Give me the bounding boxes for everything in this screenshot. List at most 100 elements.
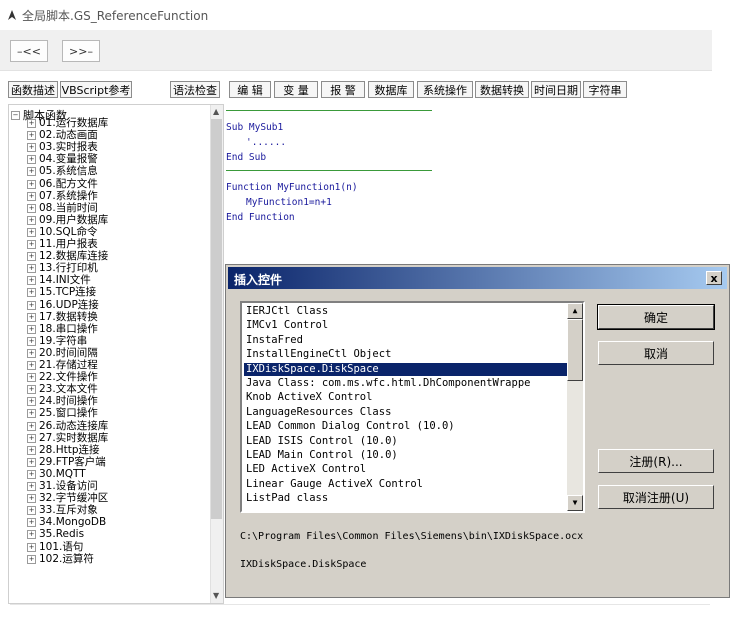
tree-item[interactable]: +16.UDP连接 <box>27 299 99 311</box>
ok-button[interactable]: 确定 <box>597 304 715 330</box>
tree-item[interactable]: +09.用户数据库 <box>27 214 108 226</box>
tree-item[interactable]: +30.MQTT <box>27 468 86 480</box>
unregister-button[interactable]: 取消注册(U) <box>598 485 714 509</box>
list-item[interactable]: LanguageResources Class <box>244 406 568 419</box>
close-icon[interactable]: x <box>706 271 722 285</box>
tree-item[interactable]: +21.存储过程 <box>27 360 98 371</box>
tree-item[interactable]: +35.Redis <box>27 529 84 540</box>
scroll-up-icon[interactable]: ▲ <box>567 303 583 319</box>
forward-button[interactable]: >>– <box>62 40 100 62</box>
expand-icon[interactable]: + <box>27 215 36 225</box>
tree-item[interactable]: +07.系统操作 <box>27 190 98 202</box>
expand-icon[interactable]: + <box>27 191 36 201</box>
expand-icon[interactable]: + <box>27 482 36 491</box>
expand-icon[interactable]: + <box>27 203 36 213</box>
data-convert-button[interactable]: 数据转换 <box>475 81 529 98</box>
scroll-up-icon[interactable]: ▲ <box>213 107 219 116</box>
expand-icon[interactable]: + <box>27 312 36 322</box>
tree-item[interactable]: +19.字符串 <box>27 335 87 347</box>
tree-item[interactable]: +102.运算符 <box>27 553 94 565</box>
expand-icon[interactable]: + <box>27 542 36 552</box>
expand-icon[interactable]: + <box>27 445 36 455</box>
string-button[interactable]: 字符串 <box>583 81 627 98</box>
expand-icon[interactable]: + <box>27 457 36 467</box>
variable-button[interactable]: 变 量 <box>274 81 318 98</box>
database-button[interactable]: 数据库 <box>368 81 414 98</box>
tree-item[interactable]: +34.MongoDB <box>27 517 106 528</box>
list-item[interactable]: IMCv1 Control <box>244 319 568 332</box>
tree-item[interactable]: +29.FTP客户端 <box>27 456 106 468</box>
list-item[interactable]: Linear Gauge ActiveX Control <box>244 478 568 491</box>
tree-item[interactable]: +01.运行数据库 <box>27 118 108 129</box>
tree-item[interactable]: +14.INI文件 <box>27 275 91 286</box>
expand-icon[interactable]: + <box>27 155 36 165</box>
tree-item[interactable]: +23.文本文件 <box>27 384 98 395</box>
register-button[interactable]: 注册(R)... <box>598 449 714 473</box>
list-scroll-thumb[interactable] <box>567 319 583 381</box>
expand-icon[interactable]: + <box>27 264 36 274</box>
tree-scroll-thumb[interactable] <box>211 119 222 519</box>
expand-icon[interactable]: + <box>27 119 36 128</box>
expand-icon[interactable]: + <box>27 276 36 286</box>
control-list[interactable]: IERJCtl Class IMCv1 Control InstaFred Insta… <box>240 301 585 513</box>
list-item[interactable]: LEAD Main Control (10.0) <box>244 449 568 462</box>
expand-icon[interactable]: + <box>27 324 36 334</box>
list-item[interactable]: IERJCtl Class <box>244 305 568 318</box>
expand-icon[interactable]: + <box>27 361 36 370</box>
expand-icon[interactable]: + <box>27 300 36 310</box>
back-button[interactable]: –<< <box>10 40 48 62</box>
expand-icon[interactable]: + <box>27 385 36 395</box>
expand-icon[interactable]: + <box>27 554 36 564</box>
tree-item[interactable]: +05.系统信息 <box>27 166 98 177</box>
expand-icon[interactable]: + <box>27 373 36 383</box>
expand-icon[interactable]: + <box>27 506 36 516</box>
collapse-icon[interactable]: − <box>11 110 20 120</box>
list-scrollbar[interactable]: ▲ ▼ <box>567 303 583 511</box>
list-item[interactable]: IXDiskSpace.DiskSpace <box>244 362 568 376</box>
tree-item[interactable]: +22.文件操作 <box>27 372 98 383</box>
expand-icon[interactable]: + <box>27 348 36 358</box>
tree-item[interactable]: +24.时间操作 <box>27 396 98 407</box>
expand-icon[interactable]: + <box>27 288 36 298</box>
expand-icon[interactable]: + <box>27 131 36 141</box>
list-item[interactable]: LED ActiveX Control <box>244 463 568 476</box>
list-item[interactable]: InstaFred <box>244 334 568 347</box>
edit-button[interactable]: 编 辑 <box>229 81 271 98</box>
expand-icon[interactable]: + <box>27 433 36 443</box>
tree-item[interactable]: +20.时间间隔 <box>27 347 98 359</box>
list-item[interactable]: LEAD Common Dialog Control (10.0) <box>244 420 568 433</box>
expand-icon[interactable]: + <box>27 227 36 237</box>
tree-item[interactable]: +25.窗口操作 <box>27 408 98 419</box>
expand-icon[interactable]: + <box>27 336 36 346</box>
expand-icon[interactable]: + <box>27 409 36 419</box>
expand-icon[interactable]: + <box>27 397 36 407</box>
tree-item[interactable]: +18.串口操作 <box>27 323 98 335</box>
tree-item[interactable]: +101.语句 <box>27 541 83 553</box>
expand-icon[interactable]: + <box>27 179 36 189</box>
tree-item[interactable]: +04.变量报警 <box>27 154 98 165</box>
tree-item[interactable]: +11.用户报表 <box>27 239 98 250</box>
code-editor[interactable]: Sub MySub1 '...... End Sub Function MyFu… <box>224 104 712 264</box>
expand-icon[interactable]: + <box>27 518 36 528</box>
tree-item[interactable]: +15.TCP连接 <box>27 287 96 298</box>
tab-function-description[interactable]: 函数描述 <box>8 81 58 98</box>
cancel-button[interactable]: 取消 <box>598 341 714 365</box>
tab-vbscript-reference[interactable]: VBScript参考 <box>60 81 132 98</box>
expand-icon[interactable]: + <box>27 252 36 262</box>
expand-icon[interactable]: + <box>27 143 36 153</box>
dialog-titlebar[interactable]: 插入控件 x <box>228 267 727 289</box>
expand-icon[interactable]: + <box>27 167 36 177</box>
tree-item[interactable]: +10.SQL命令 <box>27 226 97 238</box>
tree-item[interactable]: +03.实时报表 <box>27 142 98 153</box>
expand-icon[interactable]: + <box>27 530 36 540</box>
tree-item[interactable]: +27.实时数据库 <box>27 432 108 444</box>
list-item[interactable]: InstallEngineCtl Object <box>244 348 568 361</box>
tree-item[interactable]: +17.数据转换 <box>27 311 98 323</box>
system-ops-button[interactable]: 系统操作 <box>417 81 473 98</box>
scroll-down-icon[interactable]: ▼ <box>213 591 219 600</box>
tree-item[interactable]: +13.行打印机 <box>27 263 98 274</box>
alarm-button[interactable]: 报 警 <box>321 81 365 98</box>
tree-item[interactable]: +02.动态画面 <box>27 130 98 141</box>
list-item[interactable]: LEAD ISIS Control (10.0) <box>244 435 568 448</box>
expand-icon[interactable]: + <box>27 240 36 249</box>
